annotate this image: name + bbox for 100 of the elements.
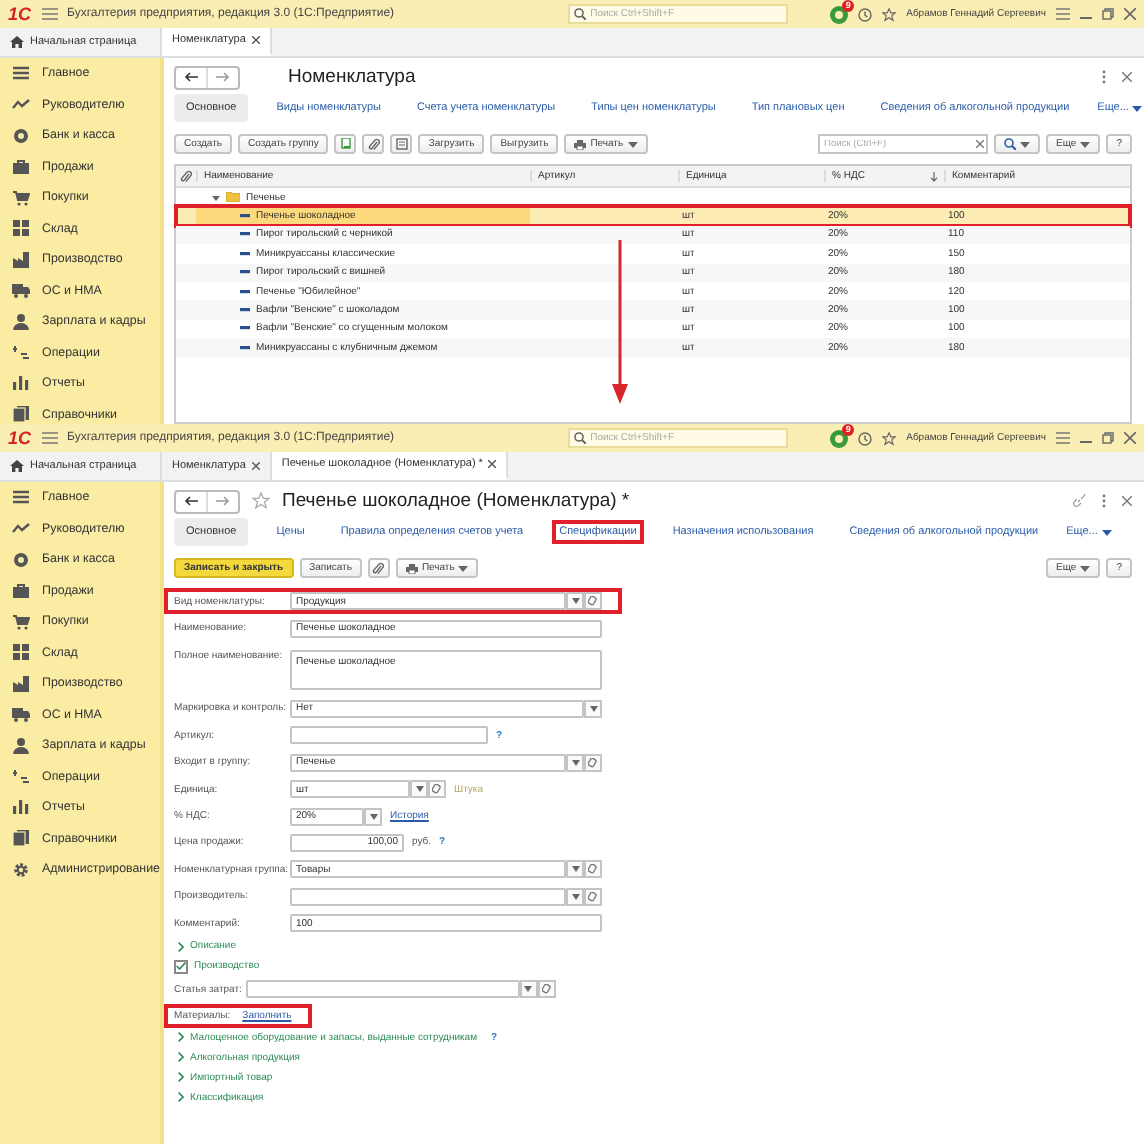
search-icon <box>1004 138 1017 150</box>
caret-icon <box>1080 565 1091 571</box>
gear-icon <box>12 861 30 878</box>
open-button[interactable] <box>584 753 602 772</box>
dropdown-button[interactable] <box>566 860 584 879</box>
chevron-icon[interactable] <box>178 1092 184 1103</box>
input-field[interactable] <box>290 887 566 906</box>
history-icon[interactable] <box>858 431 873 445</box>
chevron-icon[interactable] <box>178 1072 184 1083</box>
dropdown-button[interactable] <box>364 807 382 826</box>
search-button[interactable] <box>994 134 1041 154</box>
caret-icon <box>589 705 597 712</box>
app-logo[interactable]: 1С <box>8 428 32 448</box>
expand-icon[interactable] <box>212 193 220 202</box>
grid-icon <box>12 644 30 661</box>
search-icon <box>574 8 587 20</box>
search-icon <box>574 432 587 444</box>
cart-icon <box>12 613 30 630</box>
home-icon <box>10 36 24 48</box>
left-arrow-icon <box>184 496 198 506</box>
coin-icon <box>12 127 30 144</box>
attach-button[interactable] <box>362 134 385 154</box>
chevron-icon[interactable] <box>178 1052 184 1063</box>
history-icon[interactable] <box>858 7 873 21</box>
dropdown-button[interactable] <box>584 699 602 718</box>
cart-icon <box>12 189 30 206</box>
menu-icon[interactable] <box>41 432 58 444</box>
list-icon <box>12 490 30 505</box>
dash-icon <box>240 214 250 219</box>
caret-icon <box>627 141 638 147</box>
trend-icon <box>12 522 30 535</box>
dropdown-button[interactable] <box>566 753 584 772</box>
caret-icon <box>571 866 579 873</box>
document-icon <box>395 138 408 150</box>
caret-icon <box>369 813 377 820</box>
dash-icon <box>240 270 250 275</box>
caret-icon <box>415 786 423 793</box>
menu-icon[interactable] <box>1056 432 1070 444</box>
restore-icon[interactable] <box>1102 8 1114 20</box>
caret-icon <box>571 759 579 766</box>
app-logo[interactable]: 1С <box>8 4 32 24</box>
right-arrow-icon <box>216 72 230 82</box>
copy-button[interactable] <box>334 134 357 154</box>
check-icon <box>176 962 186 971</box>
factory-icon <box>12 675 30 692</box>
dropdown-button[interactable] <box>566 887 584 906</box>
open-button[interactable] <box>584 592 602 611</box>
menu-icon[interactable] <box>41 8 58 20</box>
open-icon <box>588 596 598 607</box>
notification-icon[interactable] <box>830 5 849 23</box>
chevron-icon[interactable] <box>178 941 184 952</box>
close-icon[interactable] <box>1122 496 1132 506</box>
book-icon <box>12 830 30 847</box>
report-button[interactable] <box>390 134 413 154</box>
caret-icon <box>1101 529 1112 535</box>
dropdown-button[interactable] <box>410 780 428 799</box>
clear-icon[interactable] <box>976 140 985 148</box>
close-icon[interactable] <box>1124 8 1136 20</box>
open-icon <box>541 984 552 995</box>
notification-icon[interactable] <box>830 429 849 447</box>
dash-icon <box>240 251 250 256</box>
star-icon[interactable] <box>252 492 270 510</box>
form-title: Печенье шоколадное (Номенклатура) * <box>282 490 630 512</box>
restore-icon[interactable] <box>1102 432 1114 444</box>
attach-icon <box>180 169 192 183</box>
open-button[interactable] <box>584 860 602 879</box>
operations-icon <box>12 344 30 361</box>
star-icon[interactable] <box>882 431 897 445</box>
copy-icon <box>339 138 352 150</box>
close-icon[interactable] <box>488 460 497 468</box>
printer-icon <box>574 139 587 149</box>
dash-icon <box>240 326 250 331</box>
open-button[interactable] <box>428 780 446 799</box>
dash-icon <box>240 345 250 350</box>
close-icon[interactable] <box>1122 72 1132 82</box>
grid-icon <box>12 220 30 237</box>
form-title: Номенклатура <box>288 66 416 88</box>
list-icon <box>12 66 30 81</box>
dropdown-button[interactable] <box>566 592 584 611</box>
caret-icon <box>571 893 579 900</box>
input-field[interactable] <box>245 980 520 999</box>
star-icon[interactable] <box>882 7 897 21</box>
link-icon[interactable] <box>1072 494 1086 508</box>
close-icon[interactable] <box>251 462 260 470</box>
attach-icon <box>372 561 385 575</box>
attach-icon <box>367 137 380 151</box>
attach-button[interactable] <box>367 558 390 578</box>
coin-icon <box>12 551 30 568</box>
dropdown-button[interactable] <box>519 980 538 999</box>
printer-icon <box>405 563 418 573</box>
open-button[interactable] <box>584 887 602 906</box>
dash-icon <box>240 289 250 294</box>
chevron-icon[interactable] <box>178 1032 184 1043</box>
close-icon[interactable] <box>251 36 260 44</box>
checkbox[interactable] <box>174 959 188 974</box>
menu-icon[interactable] <box>1056 8 1070 20</box>
close-icon[interactable] <box>1124 432 1136 444</box>
input-field[interactable] <box>290 726 488 745</box>
dash-icon <box>240 232 250 237</box>
trend-icon <box>12 98 30 111</box>
